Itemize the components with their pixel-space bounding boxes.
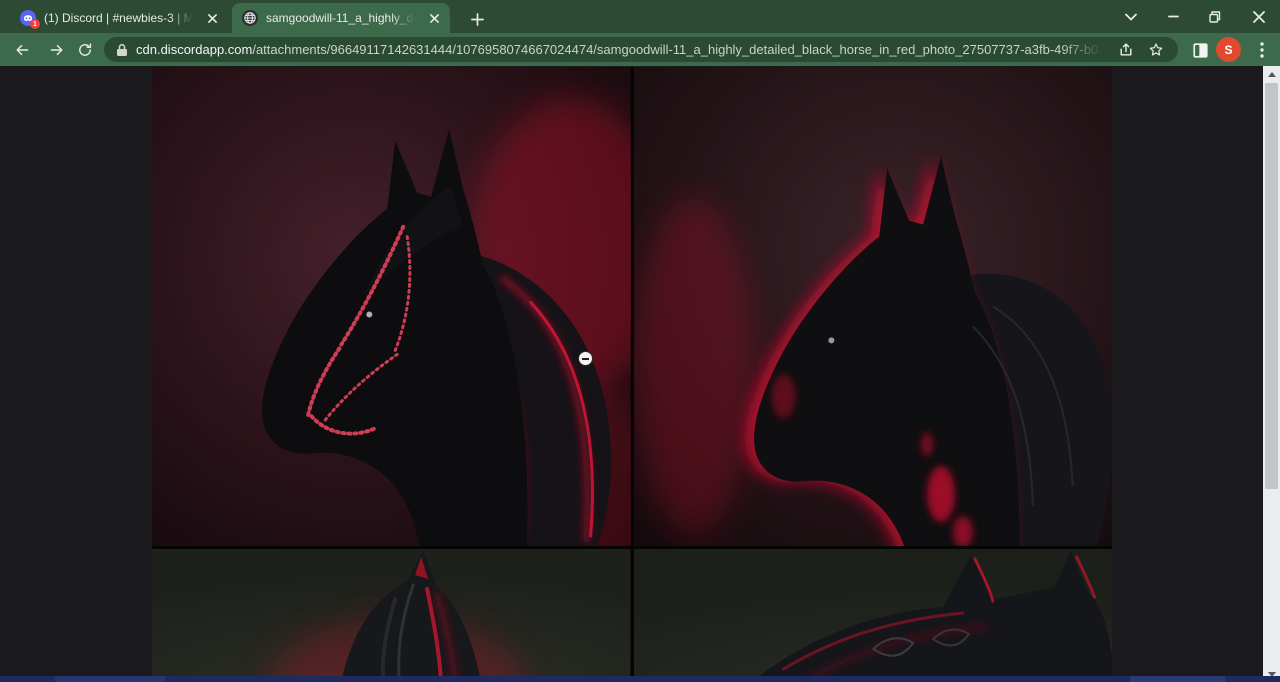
side-panel-button[interactable] (1188, 38, 1212, 62)
star-icon (1148, 42, 1164, 58)
forward-button[interactable] (44, 37, 70, 63)
scroll-up-button[interactable] (1263, 66, 1280, 82)
tab-strip: 1 (1) Discord | #newbies-3 | Midjou samg… (0, 0, 1280, 33)
restore-icon (1209, 11, 1221, 23)
reload-button[interactable] (72, 37, 98, 63)
reload-icon (77, 42, 93, 58)
forward-arrow-icon (49, 42, 65, 58)
taskbar-segment (1130, 676, 1225, 682)
globe-favicon-icon (242, 10, 258, 26)
chevron-down-icon (1125, 13, 1137, 21)
minimize-button[interactable] (1152, 0, 1194, 33)
tab-title: samgoodwill-11_a_highly_detaile (266, 11, 418, 25)
tab-image-active[interactable]: samgoodwill-11_a_highly_detaile (232, 3, 450, 33)
side-panel-icon (1192, 42, 1209, 59)
minimize-icon (1168, 11, 1179, 22)
taskbar-segment (55, 676, 165, 682)
restore-button[interactable] (1194, 0, 1236, 33)
share-icon (1118, 42, 1134, 58)
close-icon (1253, 11, 1265, 23)
share-button[interactable] (1114, 38, 1138, 62)
back-arrow-icon (14, 42, 30, 58)
taskbar-strip (0, 676, 1280, 682)
tab-title: (1) Discord | #newbies-3 | Midjou (44, 11, 196, 25)
tab-discord[interactable]: 1 (1) Discord | #newbies-3 | Midjou (10, 3, 228, 33)
tab-close-icon[interactable] (426, 10, 442, 26)
zoom-out-cursor-icon (578, 351, 593, 366)
browser-toolbar: cdn.discordapp.com/attachments/966491171… (0, 33, 1280, 66)
kebab-menu-icon (1260, 42, 1264, 58)
profile-avatar[interactable]: S (1216, 37, 1241, 62)
horse-image-top-left (152, 67, 631, 546)
back-button[interactable] (9, 37, 35, 63)
page-content (0, 66, 1280, 682)
address-bar[interactable]: cdn.discordapp.com/attachments/966491171… (104, 37, 1178, 62)
url-domain: cdn.discordapp.com (136, 42, 252, 57)
browser-menu-button[interactable] (1250, 38, 1274, 62)
tab-search-button[interactable] (1110, 0, 1152, 33)
vertical-scrollbar[interactable] (1263, 66, 1280, 682)
lock-icon (116, 43, 128, 57)
url-text: cdn.discordapp.com/attachments/966491171… (136, 42, 1108, 57)
url-path: /attachments/96649117142631444/107695807… (252, 42, 1108, 57)
notification-badge: 1 (30, 19, 40, 29)
horse-image-grid[interactable] (152, 67, 1112, 682)
plus-icon (471, 13, 484, 26)
horse-image-top-right (634, 67, 1113, 546)
new-tab-button[interactable] (464, 6, 490, 32)
scrollbar-thumb[interactable] (1265, 83, 1278, 489)
horse-image-bottom-left (152, 549, 631, 682)
horse-image-bottom-right (634, 549, 1113, 682)
bookmark-button[interactable] (1144, 38, 1168, 62)
close-window-button[interactable] (1238, 0, 1280, 33)
discord-favicon-icon: 1 (20, 10, 36, 26)
tab-close-icon[interactable] (204, 10, 220, 26)
triangle-up-icon (1268, 72, 1276, 77)
